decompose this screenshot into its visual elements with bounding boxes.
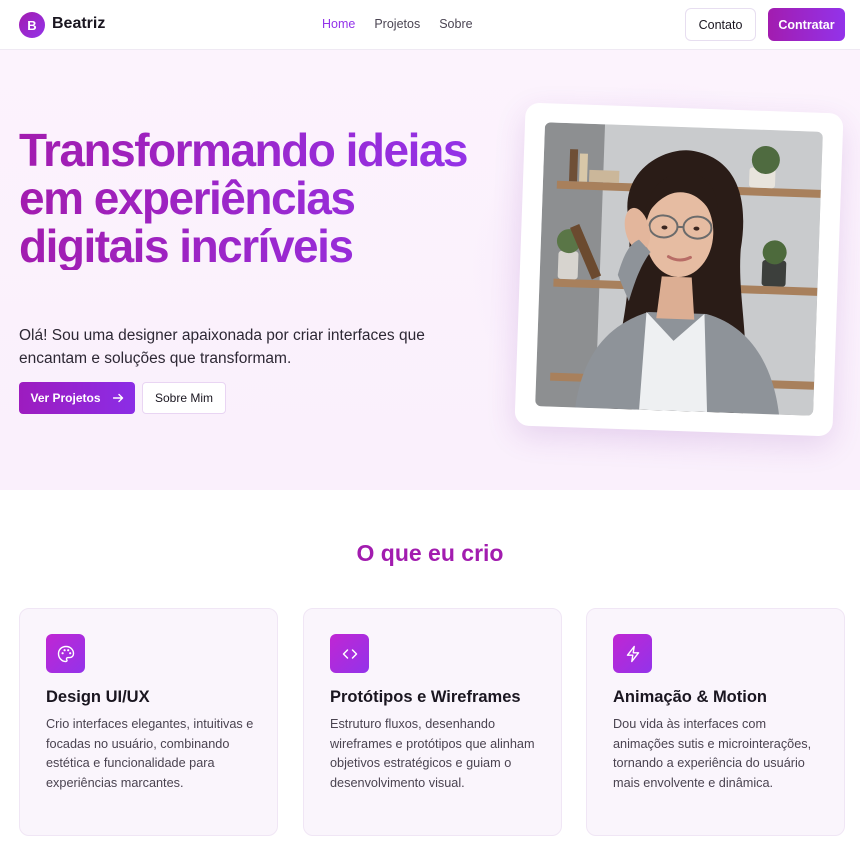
profile-photo-card	[514, 102, 844, 437]
nav-links: Home Projetos Sobre	[322, 17, 473, 31]
portrait-illustration	[535, 122, 823, 416]
card-description: Dou vida às interfaces com animações sut…	[613, 717, 812, 790]
nav-link-projetos[interactable]: Projetos	[374, 17, 420, 31]
sobre-mim-button[interactable]: Sobre Mim	[142, 382, 226, 414]
nav-link-home[interactable]: Home	[322, 17, 355, 31]
contato-button[interactable]: Contato	[685, 8, 756, 41]
palette-icon	[46, 634, 85, 673]
service-card-design: Design UI/UX Crio interfaces elegantes, …	[19, 608, 278, 836]
code-icon	[330, 634, 369, 673]
card-description: Crio interfaces elegantes, intuitivas e …	[46, 717, 254, 790]
card-title: Animação & Motion	[613, 688, 768, 706]
logo-badge[interactable]: B	[19, 12, 45, 38]
ver-projetos-button[interactable]: Ver Projetos	[19, 382, 135, 414]
profile-photo	[535, 122, 823, 416]
hero-section: Transformando ideias em experiências dig…	[0, 50, 860, 490]
hero-subtitle: Olá! Sou uma designer apaixonada por cri…	[19, 327, 425, 367]
card-description: Estruturo fluxos, desenhando wireframes …	[330, 717, 535, 790]
ver-projetos-label: Ver Projetos	[30, 391, 101, 405]
lightning-icon	[613, 634, 652, 673]
hero-title: Transformando ideias em experiências dig…	[19, 126, 489, 270]
service-card-prototypes: Protótipos e Wireframes Estruturo fluxos…	[303, 608, 562, 836]
brand-name[interactable]: Beatriz	[52, 15, 105, 33]
contratar-button[interactable]: Contratar	[768, 8, 845, 41]
top-navbar: B Beatriz Home Projetos Sobre Contato Co…	[0, 0, 860, 50]
card-title: Protótipos e Wireframes	[330, 688, 521, 706]
nav-link-sobre[interactable]: Sobre	[439, 17, 472, 31]
card-title: Design UI/UX	[46, 688, 150, 706]
service-card-motion: Animação & Motion Dou vida às interfaces…	[586, 608, 845, 836]
arrow-right-icon	[112, 393, 123, 403]
services-heading: O que eu crio	[356, 540, 504, 566]
